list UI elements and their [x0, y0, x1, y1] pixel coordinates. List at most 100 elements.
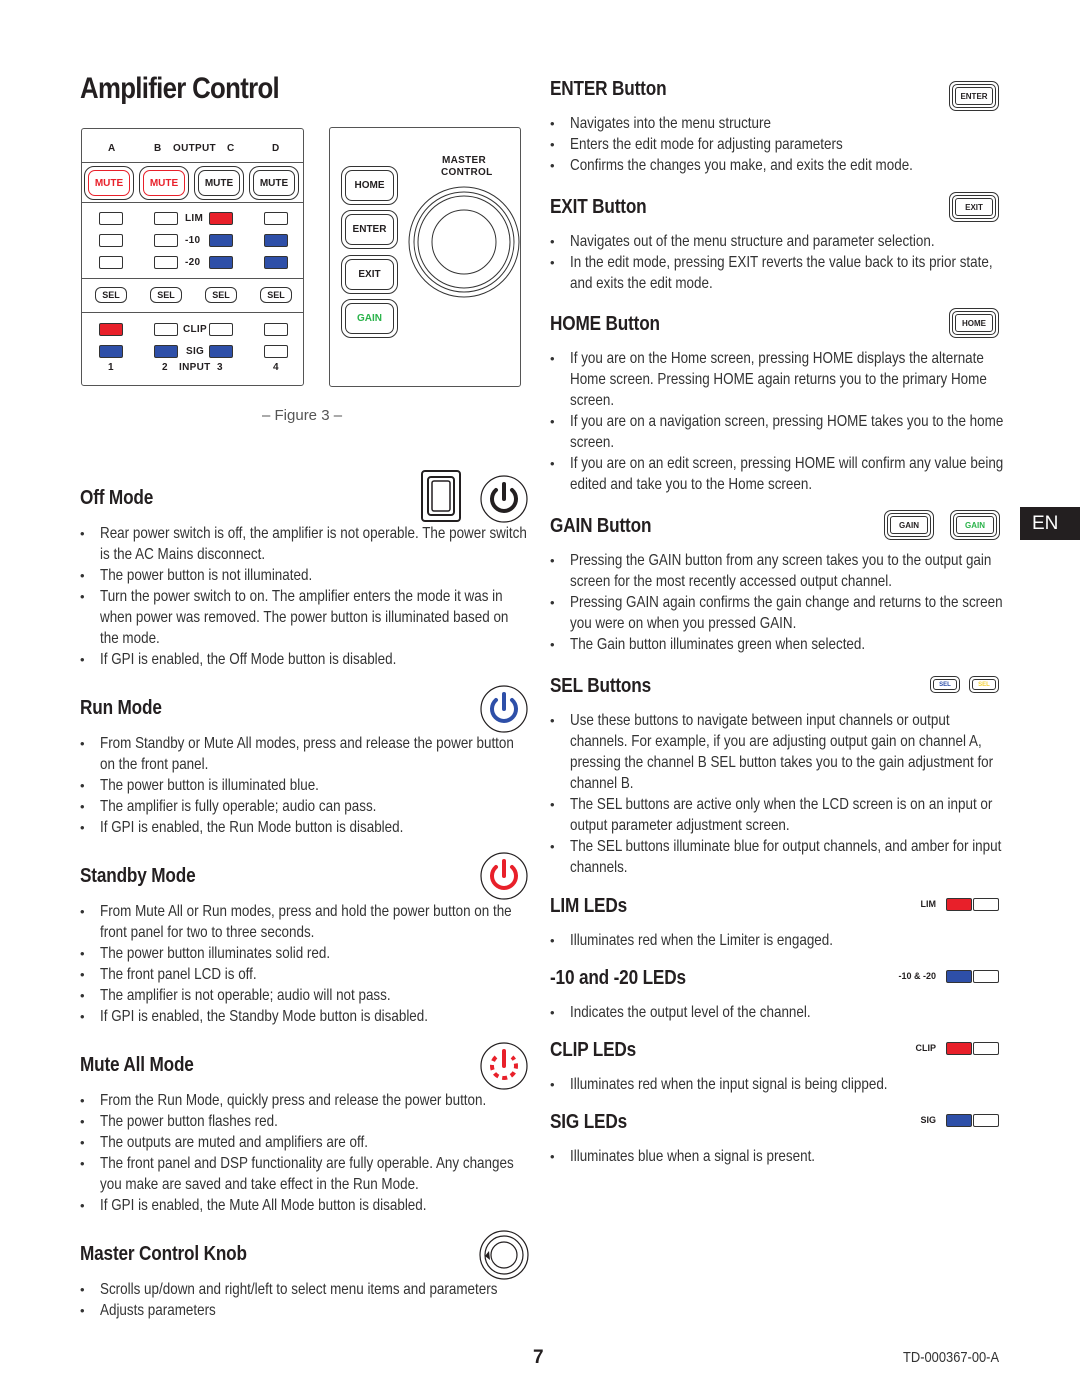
mute-button-b[interactable]: MUTE [139, 166, 189, 200]
sig-led-blue-icon [946, 1114, 972, 1127]
led-c-lim [209, 212, 233, 225]
lim-led-label: LIM [920, 899, 937, 909]
sel-button-c[interactable]: SEL [205, 287, 237, 303]
figure-master-panel: MASTER CONTROL HOME ENTER EXIT GAIN [329, 127, 521, 387]
led-c-20 [209, 256, 233, 269]
heading-master-control-knob: Master Control Knob [80, 1243, 247, 1265]
mute-button-c[interactable]: MUTE [194, 166, 244, 200]
off-mode-bullets: Rear power switch is off, the amplifier … [80, 523, 530, 670]
input-label-2: 2 [162, 362, 168, 373]
input-label-4: 4 [273, 362, 279, 373]
list-item: Navigates out of the menu structure and … [550, 231, 1005, 252]
heading-clip-leds: CLIP LEDs [550, 1039, 637, 1061]
input-label-1: 1 [108, 362, 114, 373]
clip-bullets: Illuminates red when the input signal is… [550, 1074, 1005, 1095]
list-item: Navigates into the menu structure [550, 113, 1005, 134]
page-number: 7 [533, 1347, 544, 1368]
led-d-20 [264, 256, 288, 269]
output-label-title: OUTPUT [173, 143, 216, 154]
list-item: The SEL buttons illuminate blue for outp… [550, 836, 1005, 878]
list-item: The power button flashes red. [80, 1111, 530, 1132]
gain-button-lit-icon: GAIN [950, 510, 1000, 540]
led-d-10 [264, 234, 288, 247]
output-label-c: C [227, 143, 235, 154]
list-item: If GPI is enabled, the Off Mode button i… [80, 649, 530, 670]
sig-led-off-icon [973, 1114, 999, 1127]
heading-run-mode: Run Mode [80, 697, 162, 719]
sel-button-d[interactable]: SEL [260, 287, 292, 303]
heading-sig-leds: SIG LEDs [550, 1111, 628, 1133]
list-item: From Mute All or Run modes, press and ho… [80, 901, 530, 943]
input-label-title: INPUT [179, 362, 211, 373]
lim-led-off-icon [973, 898, 999, 911]
list-item: The front panel LCD is off. [80, 964, 530, 985]
list-item: The power button is illuminated blue. [80, 775, 530, 796]
master-control-knob[interactable] [408, 186, 520, 298]
led-c-10 [209, 234, 233, 247]
led-a-10 [99, 234, 123, 247]
led-2-clip [154, 323, 178, 336]
sig-led-label: SIG [920, 1115, 936, 1125]
sig-bullets: Illuminates blue when a signal is presen… [550, 1146, 1005, 1167]
led-a-20 [99, 256, 123, 269]
power-button-flashing-icon [480, 1042, 528, 1090]
home-button[interactable]: HOME [341, 166, 398, 205]
enter-button-icon: ENTER [949, 81, 999, 111]
sel-button-a[interactable]: SEL [95, 287, 127, 303]
sel-bullets: Use these buttons to navigate between in… [550, 710, 1005, 878]
power-button-blue-icon [480, 685, 528, 733]
list-item: Confirms the changes you make, and exits… [550, 155, 1005, 176]
minus20-label: -20 [185, 257, 201, 268]
input-label-3: 3 [217, 362, 223, 373]
exit-button[interactable]: EXIT [341, 255, 398, 294]
sel-blue-icon: SEL [930, 676, 960, 693]
exit-button-icon: EXIT [949, 192, 999, 222]
list-item: Pressing GAIN again confirms the gain ch… [550, 592, 1005, 634]
sig-label: SIG [186, 346, 205, 357]
sel-button-b[interactable]: SEL [150, 287, 182, 303]
list-item: The power button is not illuminated. [80, 565, 530, 586]
list-item: Turn the power switch to on. The amplifi… [80, 586, 530, 649]
list-item: The power button illuminates solid red. [80, 943, 530, 964]
mute-button-a[interactable]: MUTE [84, 166, 134, 200]
control-label: CONTROL [441, 167, 493, 178]
level-led-off-icon [973, 970, 999, 983]
list-item: If GPI is enabled, the Run Mode button i… [80, 817, 530, 838]
enter-bullets: Navigates into the menu structure Enters… [550, 113, 1005, 176]
led-b-10 [154, 234, 178, 247]
heading-level-leds: -10 and -20 LEDs [550, 967, 686, 989]
power-button-red-icon [480, 852, 528, 900]
exit-bullets: Navigates out of the menu structure and … [550, 231, 1005, 294]
enter-button[interactable]: ENTER [341, 210, 398, 249]
master-knob-bullets: Scrolls up/down and right/left to select… [80, 1279, 530, 1321]
list-item: Illuminates blue when a signal is presen… [550, 1146, 1005, 1167]
list-item: From Standby or Mute All modes, press an… [80, 733, 530, 775]
clip-led-off-icon [973, 1042, 999, 1055]
minus10-label: -10 [185, 235, 201, 246]
list-item: Adjusts parameters [80, 1300, 530, 1321]
page-title: Amplifier Control [80, 72, 280, 105]
led-2-sig [154, 345, 178, 358]
level-led-label: -10 & -20 [898, 971, 936, 981]
gain-button-icon: GAIN [884, 510, 934, 540]
list-item: If you are on an edit screen, pressing H… [550, 453, 1005, 495]
output-label-b: B [154, 143, 162, 154]
list-item: Illuminates red when the Limiter is enga… [550, 930, 1005, 951]
power-button-off-icon [480, 475, 528, 523]
mute-button-d[interactable]: MUTE [249, 166, 299, 200]
list-item: The amplifier is not operable; audio wil… [80, 985, 530, 1006]
list-item: If GPI is enabled, the Mute All Mode but… [80, 1195, 530, 1216]
master-knob-icon [479, 1230, 529, 1280]
list-item: If GPI is enabled, the Standby Mode butt… [80, 1006, 530, 1027]
list-item: Use these buttons to navigate between in… [550, 710, 1005, 794]
sel-amber-icon: SEL [969, 676, 999, 693]
mute-all-mode-bullets: From the Run Mode, quickly press and rel… [80, 1090, 530, 1216]
heading-mute-all-mode: Mute All Mode [80, 1054, 194, 1076]
list-item: In the edit mode, pressing EXIT reverts … [550, 252, 1005, 294]
gain-button[interactable]: GAIN [341, 299, 398, 338]
led-4-sig [264, 345, 288, 358]
led-3-clip [209, 323, 233, 336]
list-item: The Gain button illuminates green when s… [550, 634, 1005, 655]
list-item: Illuminates red when the input signal is… [550, 1074, 1005, 1095]
heading-standby-mode: Standby Mode [80, 865, 196, 887]
